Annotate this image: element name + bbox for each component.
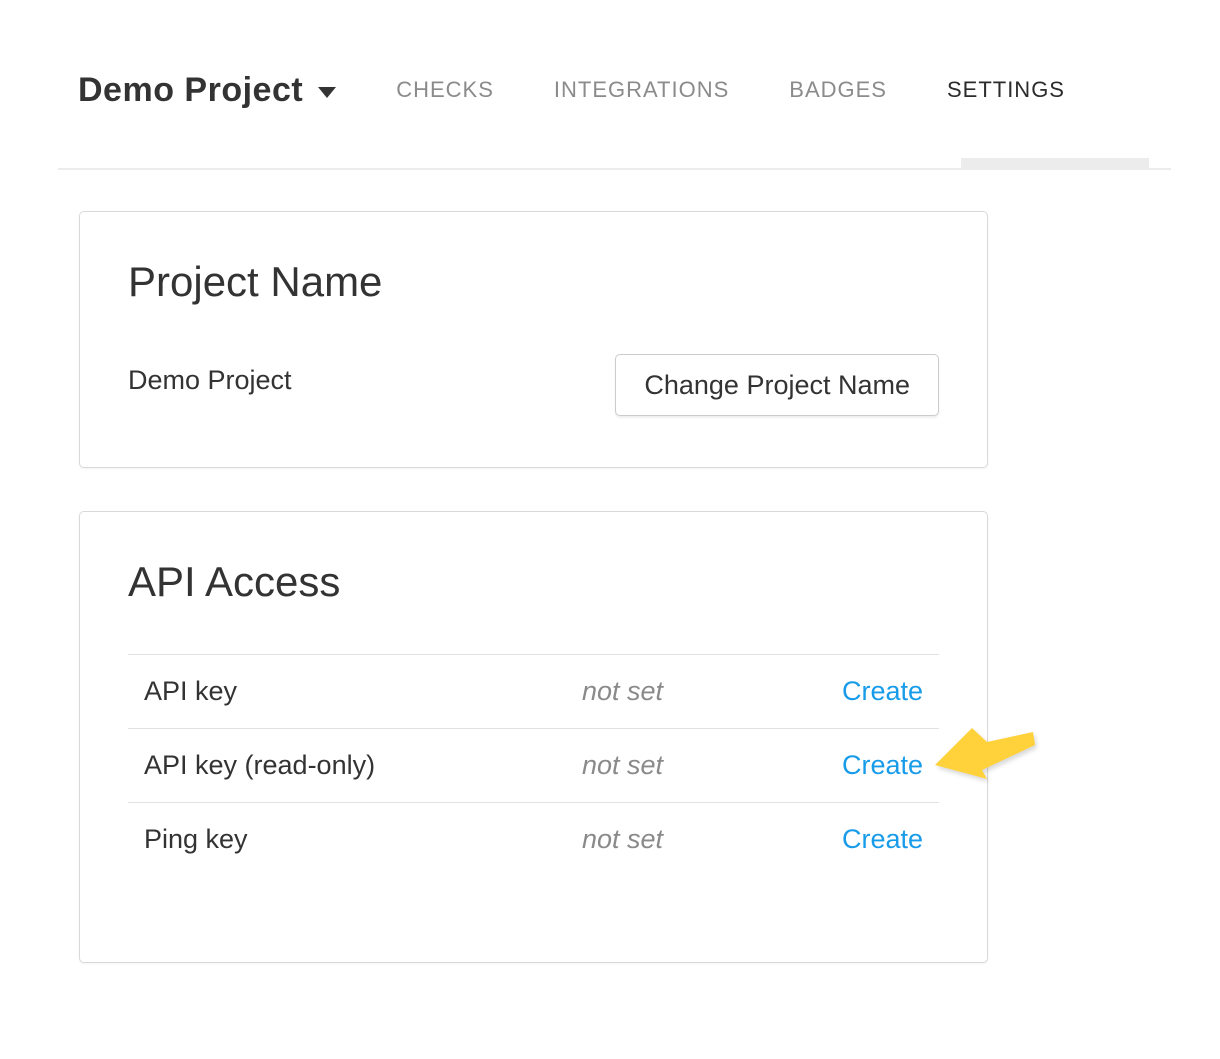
- key-value: not set: [566, 803, 801, 877]
- table-row-api-key: API key not set Create: [128, 655, 939, 729]
- tab-integrations[interactable]: INTEGRATIONS: [524, 77, 759, 103]
- table-row-ping-key: Ping key not set Create: [128, 803, 939, 877]
- top-navigation: Demo Project CHECKS INTEGRATIONS BADGES …: [78, 70, 1095, 110]
- table-row-api-key-read-only: API key (read-only) not set Create: [128, 729, 939, 803]
- tab-checks[interactable]: CHECKS: [366, 77, 524, 103]
- create-ping-key-link[interactable]: Create: [842, 824, 923, 854]
- caret-down-icon: [318, 87, 336, 98]
- header-divider: [58, 168, 1171, 170]
- tab-settings[interactable]: SETTINGS: [917, 77, 1095, 103]
- project-switcher-label: Demo Project: [78, 70, 303, 110]
- project-name-row: Demo Project Change Project Name: [128, 354, 939, 416]
- key-name: API key: [128, 655, 566, 729]
- project-name-card-title: Project Name: [128, 260, 939, 304]
- tab-badges[interactable]: BADGES: [759, 77, 917, 103]
- api-access-card-title: API Access: [128, 560, 939, 604]
- key-name: Ping key: [128, 803, 566, 877]
- change-project-name-button[interactable]: Change Project Name: [615, 354, 939, 416]
- key-value: not set: [566, 655, 801, 729]
- key-value: not set: [566, 729, 801, 803]
- project-switcher[interactable]: Demo Project: [78, 70, 336, 110]
- api-keys-table: API key not set Create API key (read-onl…: [128, 654, 939, 877]
- project-name-card: Project Name Demo Project Change Project…: [79, 211, 988, 468]
- current-project-name: Demo Project: [128, 364, 292, 396]
- key-name: API key (read-only): [128, 729, 566, 803]
- api-access-card: API Access API key not set Create API ke…: [79, 511, 988, 963]
- create-api-key-link[interactable]: Create: [842, 676, 923, 706]
- create-api-key-read-only-link[interactable]: Create: [842, 750, 923, 780]
